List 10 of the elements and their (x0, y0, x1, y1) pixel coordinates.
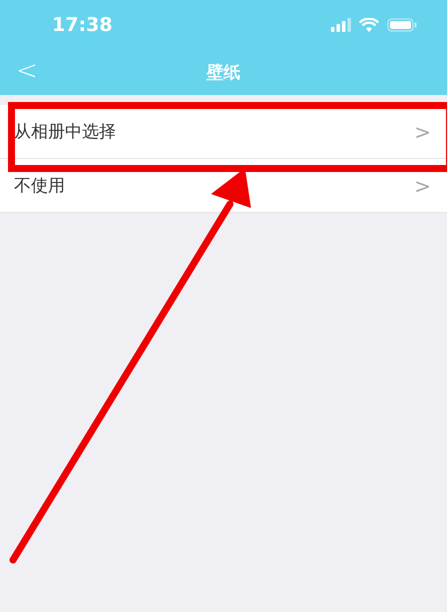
status-time: 17:38 (52, 14, 112, 36)
page-title: 壁纸 (206, 62, 240, 84)
row-label: 从相册中选择 (14, 121, 116, 143)
chevron-icon: > (414, 120, 431, 144)
menu-row[interactable]: 从相册中选择 > (0, 105, 447, 159)
chevron-icon: > (414, 174, 431, 198)
signal-icon (331, 18, 351, 32)
wifi-icon (359, 18, 379, 32)
battery-icon (387, 18, 417, 32)
row-label: 不使用 (14, 175, 65, 197)
